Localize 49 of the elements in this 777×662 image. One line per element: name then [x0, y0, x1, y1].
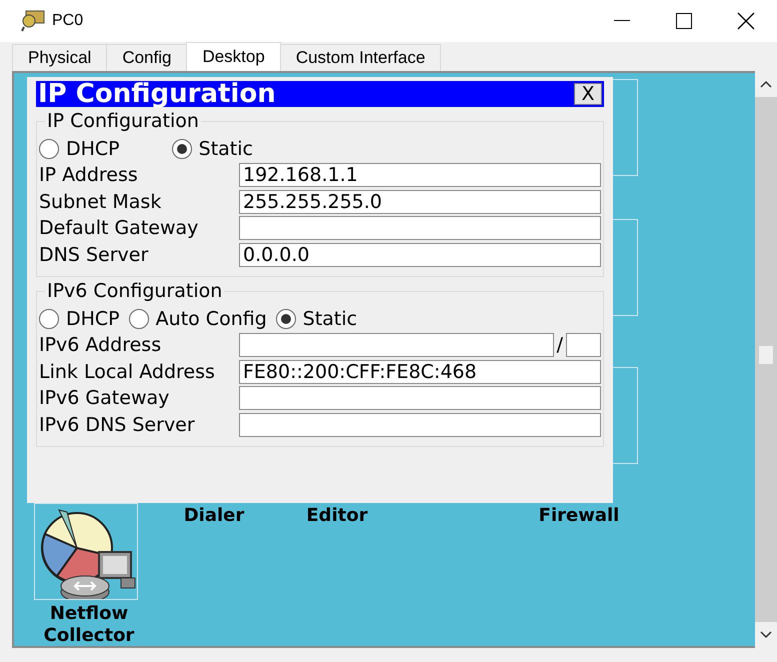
radio-button[interactable]: [172, 139, 192, 159]
chevron-up-icon: [760, 80, 772, 88]
radio-option[interactable]: Auto Config: [128, 308, 267, 330]
radio-option[interactable]: DHCP: [39, 138, 120, 160]
app-tile[interactable]: [34, 503, 138, 600]
radio-button[interactable]: [276, 309, 296, 329]
radio-option[interactable]: Static: [172, 138, 253, 160]
prefix-field[interactable]: [566, 333, 601, 358]
input-field[interactable]: [239, 412, 601, 437]
minimize-icon: [614, 20, 630, 22]
app-label: Editor: [305, 505, 369, 527]
window-title: PC0: [52, 12, 84, 30]
close-button[interactable]: X: [574, 83, 602, 105]
tab[interactable]: Physical: [12, 44, 108, 71]
input-field[interactable]: 192.168.1.1: [239, 163, 601, 188]
field-label: Link Local Address: [39, 360, 216, 383]
radio-button[interactable]: [39, 139, 59, 159]
field-label: Subnet Mask: [39, 190, 162, 213]
input-field[interactable]: [239, 386, 601, 410]
field-label: IPv6 Address: [39, 334, 162, 356]
radio-option[interactable]: Static: [276, 308, 358, 330]
slash-separator: /: [556, 334, 563, 356]
dialog-title: IP Configuration: [38, 81, 276, 107]
field-label: IP Address: [39, 164, 139, 186]
input-field[interactable]: 0.0.0.0: [239, 242, 601, 267]
input-field[interactable]: 255.255.255.0: [239, 190, 601, 214]
chevron-down-icon: [760, 631, 772, 639]
field-label: Default Gateway: [39, 217, 200, 240]
radio-button[interactable]: [39, 309, 59, 329]
input-field[interactable]: [239, 333, 554, 358]
tab[interactable]: Custom Interface: [280, 44, 442, 71]
radio-button[interactable]: [128, 309, 149, 329]
input-field[interactable]: FE80::200:CFF:FE8C:468: [239, 360, 601, 384]
close-icon: [737, 12, 755, 30]
tab[interactable]: Desktop: [186, 42, 281, 71]
radio-option[interactable]: DHCP: [39, 308, 120, 330]
field-label: DNS Server: [39, 244, 150, 266]
group-title: IP Configuration: [45, 110, 201, 132]
field-label: IPv6 DNS Server: [39, 414, 196, 436]
scroll-thumb[interactable]: [759, 346, 773, 364]
scroll-down-button[interactable]: [755, 622, 777, 648]
app-label: Dialer: [182, 505, 246, 527]
scroll-up-button[interactable]: [755, 71, 777, 97]
input-field[interactable]: [239, 216, 601, 240]
app-label: Netflow Collector: [42, 603, 136, 646]
group-title: IPv6 Configuration: [45, 280, 224, 302]
field-label: IPv6 Gateway: [39, 387, 170, 410]
maximize-icon: [676, 13, 692, 29]
app-label: Firewall: [538, 505, 620, 527]
